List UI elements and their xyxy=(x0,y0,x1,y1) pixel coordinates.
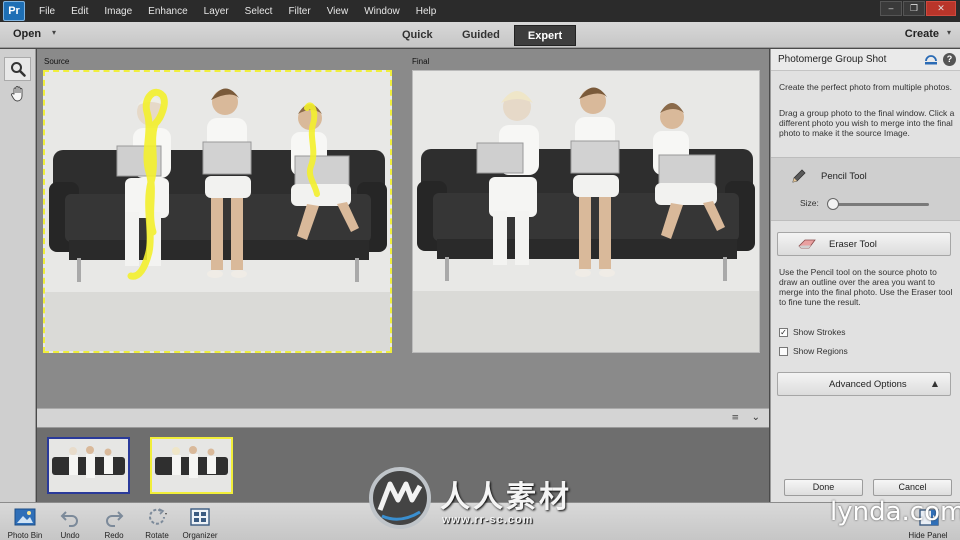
size-slider-handle[interactable] xyxy=(827,198,839,210)
tab-quick[interactable]: Quick xyxy=(391,25,444,46)
photo-bin-label: Photo Bin xyxy=(7,531,43,540)
organizer-icon xyxy=(190,508,210,526)
final-label: Final xyxy=(412,57,430,66)
thumbnail-image xyxy=(49,439,128,492)
hide-panel-label: Hide Panel xyxy=(908,531,948,540)
photomerge-panel: Photomerge Group Shot ? Create the perfe… xyxy=(770,49,960,502)
window-controls: ‒ ❐ ✕ xyxy=(880,1,956,16)
source-label: Source xyxy=(44,57,70,66)
photo-bin-icon xyxy=(14,508,36,526)
show-strokes-label: Show Strokes xyxy=(793,327,846,337)
menu-file[interactable]: File xyxy=(31,6,63,17)
close-button[interactable]: ✕ xyxy=(926,1,956,16)
menu-enhance[interactable]: Enhance xyxy=(140,6,195,17)
show-strokes-checkbox[interactable]: ✓ xyxy=(779,327,788,337)
menu-help[interactable]: Help xyxy=(408,6,445,17)
panel-title: Photomerge Group Shot xyxy=(778,54,887,65)
menu-layer[interactable]: Layer xyxy=(196,6,237,17)
tab-guided[interactable]: Guided xyxy=(451,25,511,46)
app-logo-icon[interactable]: Pr xyxy=(3,1,25,21)
bin-collapse-icon[interactable]: ⌄ xyxy=(752,412,760,423)
create-button[interactable]: Create xyxy=(905,28,939,40)
undo-label: Undo xyxy=(60,531,80,540)
lynda-watermark: lynda.com xyxy=(830,497,960,527)
open-button[interactable]: Open xyxy=(13,28,41,40)
help-icon[interactable]: ? xyxy=(943,53,956,66)
watermark-url: www.rr-sc.com xyxy=(442,514,534,526)
help-text: Use the Pencil tool on the source photo … xyxy=(779,267,953,307)
instructions-text: Drag a group photo to the final window. … xyxy=(779,108,955,138)
show-regions-label: Show Regions xyxy=(793,346,848,356)
caret-up-icon: ▲ xyxy=(931,379,938,388)
eraser-tool-button[interactable]: Eraser Tool xyxy=(777,232,951,256)
source-photo[interactable] xyxy=(43,70,392,353)
photo-bin-toolbar: ≡ ⌄ xyxy=(37,408,769,428)
size-label: Size: xyxy=(800,198,819,208)
undo-button[interactable]: Undo xyxy=(45,505,95,540)
show-regions-option[interactable]: Show Regions xyxy=(779,345,848,357)
menu-view[interactable]: View xyxy=(319,6,357,17)
advanced-options-label: Advanced Options xyxy=(829,379,907,390)
tab-expert[interactable]: Expert xyxy=(514,25,576,46)
photoshop-elements-window: Pr File Edit Image Enhance Layer Select … xyxy=(0,0,960,540)
minimize-button[interactable]: ‒ xyxy=(880,1,902,16)
show-regions-checkbox[interactable] xyxy=(779,346,788,356)
restore-button[interactable]: ❐ xyxy=(903,1,925,16)
redo-icon xyxy=(106,511,124,527)
final-photo[interactable] xyxy=(412,70,760,353)
zoom-tool[interactable] xyxy=(4,57,31,81)
organizer-label: Organizer xyxy=(182,531,218,540)
final-photo-image xyxy=(413,71,759,352)
cancel-button[interactable]: Cancel xyxy=(873,479,952,496)
thumbnail-image xyxy=(152,439,231,492)
show-strokes-option[interactable]: ✓ Show Strokes xyxy=(779,326,845,338)
menu-image[interactable]: Image xyxy=(96,6,140,17)
hand-icon xyxy=(10,86,22,102)
menu-bar: Pr File Edit Image Enhance Layer Select … xyxy=(0,0,960,22)
eraser-icon xyxy=(798,239,816,249)
watermark-logo-icon xyxy=(369,467,431,529)
undo-icon xyxy=(60,511,78,527)
bin-options-icon[interactable]: ≡ xyxy=(731,413,739,423)
menu-edit[interactable]: Edit xyxy=(63,6,96,17)
organizer-button[interactable]: Organizer xyxy=(175,505,225,540)
pencil-icon xyxy=(792,169,806,183)
intro-text: Create the perfect photo from multiple p… xyxy=(779,82,952,92)
menu-window[interactable]: Window xyxy=(356,6,408,17)
bin-thumbnail-1[interactable] xyxy=(47,437,130,494)
source-photo-image xyxy=(45,72,390,351)
toolbox xyxy=(0,49,36,502)
photo-bin-button[interactable]: Photo Bin xyxy=(0,505,50,540)
pencil-tool-option[interactable]: Pencil Tool Size: xyxy=(771,157,960,221)
size-slider[interactable] xyxy=(829,203,929,206)
open-dropdown-icon[interactable]: ▾ xyxy=(52,28,56,37)
rotate-icon xyxy=(149,508,167,525)
mode-bar: Open ▾ Quick Guided Expert Create ▾ xyxy=(0,22,960,48)
eraser-tool-label: Eraser Tool xyxy=(829,239,877,250)
pencil-tool-label: Pencil Tool xyxy=(821,171,867,182)
create-dropdown-icon[interactable]: ▾ xyxy=(947,28,951,37)
advanced-options-button[interactable]: Advanced Options ▲ xyxy=(777,372,951,396)
done-button[interactable]: Done xyxy=(784,479,863,496)
panel-header: Photomerge Group Shot ? xyxy=(771,49,960,71)
bin-thumbnail-2[interactable] xyxy=(150,437,233,494)
hand-tool[interactable] xyxy=(4,82,31,106)
magnifier-icon xyxy=(10,62,26,77)
reset-icon[interactable] xyxy=(924,53,938,66)
menu-filter[interactable]: Filter xyxy=(280,6,318,17)
menu-select[interactable]: Select xyxy=(237,6,281,17)
watermark: 人人素材 www.rr-sc.com xyxy=(368,462,608,536)
watermark-text: 人人素材 xyxy=(440,480,572,515)
